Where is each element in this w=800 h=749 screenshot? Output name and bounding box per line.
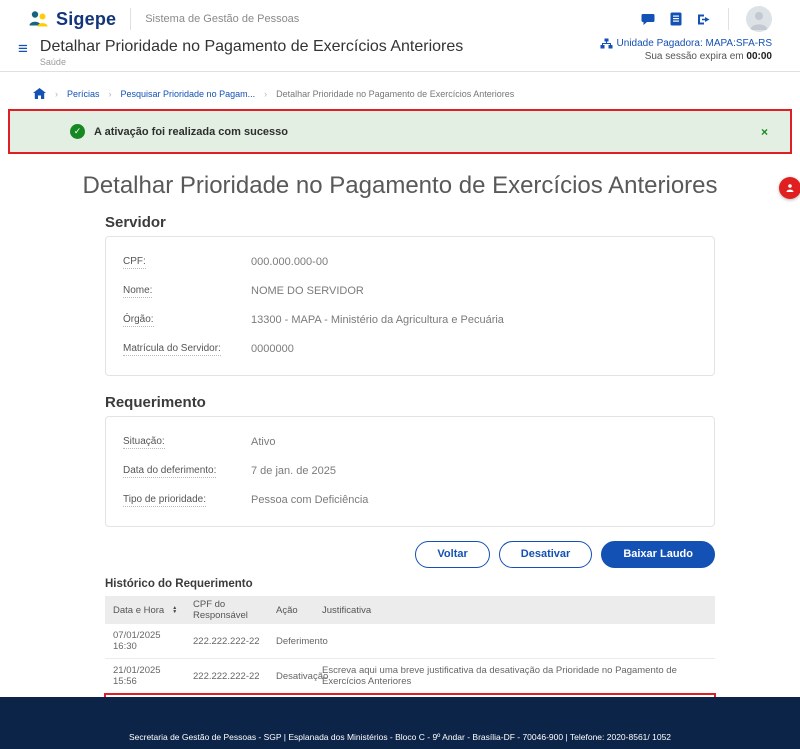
top-header: Sigepe Sistema de Gestão de Pessoas <box>0 0 800 72</box>
breadcrumb-link-pericias[interactable]: Perícias <box>67 89 100 99</box>
cell-data-hora: 07/01/2025 16:30 <box>113 630 193 652</box>
field-row-matricula: Matrícula do Servidor: 0000000 <box>123 334 697 363</box>
header-row-title: ≡ Detalhar Prioridade no Pagamento de Ex… <box>0 38 800 71</box>
sigepe-logo[interactable]: Sigepe <box>28 9 116 30</box>
historico-heading: Histórico do Requerimento <box>105 578 715 590</box>
alert-message: A ativação foi realizada com sucesso <box>94 126 288 138</box>
breadcrumb-link-pesquisar[interactable]: Pesquisar Prioridade no Pagam... <box>121 89 256 99</box>
org-unit-icon <box>600 38 613 49</box>
col-cpf: CPF do Responsável <box>193 599 276 621</box>
chevron-right-icon: › <box>109 89 112 99</box>
col-acao: Ação <box>276 605 322 616</box>
footer-text: Secretaria de Gestão de Pessoas - SGP | … <box>129 732 671 742</box>
table-header: Data e Hora▲▼ CPF do Responsável Ação Ju… <box>105 596 715 624</box>
situacao-value: Ativo <box>235 436 275 448</box>
requerimento-card: Situação: Ativo Data do deferimento: 7 d… <box>105 416 715 527</box>
system-name: Sistema de Gestão de Pessoas <box>145 13 299 25</box>
chat-icon[interactable] <box>641 13 655 26</box>
data-deferimento-value: 7 de jan. de 2025 <box>235 465 336 477</box>
header-divider <box>130 8 131 30</box>
cell-cpf: 222.222.222-22 <box>193 636 276 647</box>
cell-justificativa: Escreva aqui uma breve justificativa da … <box>322 665 707 687</box>
table-row: 21/01/2025 15:56 222.222.222-22 Desativa… <box>105 659 715 694</box>
check-circle-icon: ✓ <box>70 124 85 139</box>
logout-icon[interactable] <box>697 13 711 26</box>
chevron-right-icon: › <box>55 89 58 99</box>
field-row-orgao: Órgão: 13300 - MAPA - Ministério da Agri… <box>123 305 697 334</box>
page-title: Detalhar Prioridade no Pagamento de Exer… <box>0 172 800 200</box>
header-icons <box>641 6 772 32</box>
section-requerimento: Requerimento Situação: Ativo Data do def… <box>105 394 715 527</box>
session-prefix: Sua sessão expira em <box>645 51 744 62</box>
action-buttons: Voltar Desativar Baixar Laudo <box>105 541 715 568</box>
cell-cpf: 222.222.222-22 <box>193 671 276 682</box>
cpf-label: CPF: <box>123 256 146 269</box>
cell-acao: Deferimento <box>276 636 322 647</box>
close-icon[interactable]: × <box>761 125 774 139</box>
sigepe-people-icon <box>28 10 50 28</box>
situacao-label: Situação: <box>123 436 165 449</box>
header-title-wrap: Detalhar Prioridade no Pagamento de Exer… <box>40 38 463 67</box>
field-row-data-deferimento: Data do deferimento: 7 de jan. de 2025 <box>123 456 697 485</box>
voltar-button[interactable]: Voltar <box>415 541 489 568</box>
library-icon[interactable] <box>670 12 682 26</box>
breadcrumb-current: Detalhar Prioridade no Pagamento de Exer… <box>276 89 514 99</box>
section-servidor: Servidor CPF: 000.000.000-00 Nome: NOME … <box>105 214 715 376</box>
user-silhouette-icon <box>746 6 772 32</box>
field-row-nome: Nome: NOME DO SERVIDOR <box>123 276 697 305</box>
menu-icon[interactable]: ≡ <box>18 39 28 59</box>
servidor-card: CPF: 000.000.000-00 Nome: NOME DO SERVID… <box>105 236 715 376</box>
breadcrumb: › Perícias › Pesquisar Prioridade no Pag… <box>0 72 800 99</box>
cell-data-hora: 21/01/2025 15:56 <box>113 665 193 687</box>
home-icon[interactable] <box>33 88 46 99</box>
header-title: Detalhar Prioridade no Pagamento de Exer… <box>40 38 463 56</box>
table-row: 07/01/2025 16:30 222.222.222-22 Deferime… <box>105 624 715 659</box>
field-row-situacao: Situação: Ativo <box>123 427 697 456</box>
main-content: Servidor CPF: 000.000.000-00 Nome: NOME … <box>105 214 715 729</box>
footer: Secretaria de Gestão de Pessoas - SGP | … <box>0 697 800 749</box>
unidade-pagadora-label: Unidade Pagadora: MAPA:SFA-RS <box>617 38 772 49</box>
header-subtitle: Saúde <box>40 57 463 67</box>
field-row-cpf: CPF: 000.000.000-00 <box>123 247 697 276</box>
tipo-prioridade-label: Tipo de prioridade: <box>123 494 206 507</box>
cpf-value: 000.000.000-00 <box>235 256 328 268</box>
desativar-button[interactable]: Desativar <box>499 541 593 568</box>
annotation-box-alert: ✓ A ativação foi realizada com sucesso × <box>8 109 792 154</box>
tipo-prioridade-value: Pessoa com Deficiência <box>235 494 368 506</box>
header-row-brand: Sigepe Sistema de Gestão de Pessoas <box>0 0 800 38</box>
col-data-hora[interactable]: Data e Hora▲▼ <box>113 605 193 616</box>
col-justificativa: Justificativa <box>322 605 707 616</box>
cell-acao: Desativação <box>276 671 322 682</box>
baixar-laudo-button[interactable]: Baixar Laudo <box>601 541 715 568</box>
session-time: 00:00 <box>746 51 772 62</box>
servidor-heading: Servidor <box>105 214 715 231</box>
session-expiry: Sua sessão expira em 00:00 <box>600 51 772 62</box>
unidade-pagadora[interactable]: Unidade Pagadora: MAPA:SFA-RS <box>600 38 772 49</box>
nome-label: Nome: <box>123 285 152 298</box>
field-row-tipo-prioridade: Tipo de prioridade: Pessoa com Deficiênc… <box>123 485 697 514</box>
feedback-widget-button[interactable] <box>779 177 800 199</box>
header-divider <box>728 8 729 30</box>
data-deferimento-label: Data do deferimento: <box>123 465 216 478</box>
success-alert: ✓ A ativação foi realizada com sucesso × <box>10 111 790 152</box>
person-icon <box>785 183 795 193</box>
matricula-label: Matrícula do Servidor: <box>123 343 221 356</box>
brand-name: Sigepe <box>56 9 116 30</box>
requerimento-heading: Requerimento <box>105 394 715 411</box>
sort-icon[interactable]: ▲▼ <box>172 606 177 614</box>
matricula-value: 0000000 <box>235 343 294 355</box>
chevron-right-icon: › <box>264 89 267 99</box>
avatar[interactable] <box>746 6 772 32</box>
page: Sigepe Sistema de Gestão de Pessoas <box>0 0 800 749</box>
session-block: Unidade Pagadora: MAPA:SFA-RS Sua sessão… <box>600 38 772 62</box>
orgao-label: Órgão: <box>123 314 154 327</box>
nome-value: NOME DO SERVIDOR <box>235 285 364 297</box>
orgao-value: 13300 - MAPA - Ministério da Agricultura… <box>235 314 504 326</box>
